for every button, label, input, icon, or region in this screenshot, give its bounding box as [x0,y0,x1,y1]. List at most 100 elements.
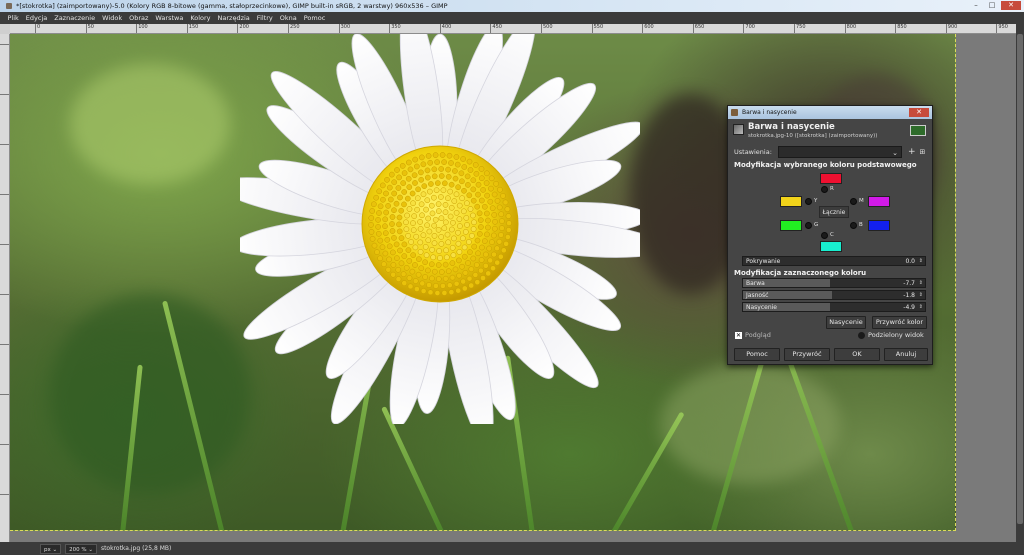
radio-yellow[interactable] [805,198,812,205]
master-button[interactable]: Łącznie [819,206,849,218]
daisy-floret [394,167,400,173]
daisy-floret [452,175,459,182]
menu-filters[interactable]: Filtry [253,12,276,24]
saturation-button[interactable]: Nasycenie [826,316,866,329]
menu-select[interactable]: Zaznaczenie [51,12,99,24]
daisy-floret [485,224,491,231]
horizontal-ruler[interactable]: 0 50 100 150 200 250 300 350 400 450 500 550 600 650 7… [10,24,1016,34]
daisy-floret [475,191,481,198]
close-button[interactable]: ✕ [1001,1,1021,10]
daisy-floret [447,188,454,195]
swatch-green[interactable] [780,220,802,231]
radio-red[interactable] [821,186,828,193]
daisy-floret [448,204,455,211]
daisy-floret [403,264,410,271]
label-magenta: M [859,198,864,204]
daisy-floret [384,236,391,243]
daisy-floret [492,218,498,225]
minimize-button[interactable]: – [969,1,983,10]
daisy-floret [470,255,477,262]
menu-layer[interactable]: Warstwa [152,12,187,24]
daisy-floret [418,176,425,183]
ruler-corner[interactable] [0,24,10,34]
radio-green[interactable] [805,222,812,229]
hue-slider[interactable]: Barwa -7.7 ⇕ [742,278,926,288]
ruler-tick [0,444,9,445]
maximize-button[interactable]: □ [985,1,999,10]
split-view-toggle[interactable] [858,332,865,339]
menu-edit[interactable]: Edycja [22,12,50,24]
daisy-floret [455,240,462,247]
daisy-floret [422,259,428,266]
dialog-titlebar[interactable]: Barwa i nasycenie ✕ [728,106,932,119]
settings-combo[interactable]: ⌄ [778,146,902,158]
menu-windows[interactable]: Okna [276,12,300,24]
daisy-floret [414,206,420,213]
daisy-floret [441,180,448,187]
daisy-floret [460,235,466,242]
spin-arrows-icon[interactable]: ⇕ [919,291,923,300]
menu-file[interactable]: Plik [4,12,22,24]
daisy-floret [395,266,402,273]
menu-colors[interactable]: Kolory [187,12,214,24]
swatch-cyan[interactable] [820,241,842,252]
vertical-ruler[interactable] [0,34,10,542]
radio-cyan[interactable] [821,232,828,239]
lightness-label: Jasność [746,292,769,299]
add-preset-icon[interactable]: + [908,146,916,158]
unit-select[interactable]: px ⌄ [40,543,62,554]
cancel-button[interactable]: Anuluj [884,348,928,361]
swatch-blue[interactable] [868,220,890,231]
zoom-select[interactable]: 200 % ⌄ [65,543,97,554]
daisy-floret [473,170,480,177]
hue-value: -7.7 [903,280,915,287]
reset-button[interactable]: Przywróć [784,348,830,361]
dialog-close-button[interactable]: ✕ [909,108,929,117]
window-controls: – □ ✕ [969,1,1021,10]
menu-view[interactable]: Widok [99,12,126,24]
daisy-floret [396,174,402,181]
daisy-floret [478,267,484,274]
daisy-floret [475,250,481,257]
daisy-floret [475,181,482,188]
spin-arrows-icon[interactable]: ⇕ [919,279,923,288]
swatch-magenta[interactable] [868,196,890,207]
daisy-floret [389,228,396,234]
daisy-floret [467,206,474,212]
daisy-floret [395,185,402,191]
saturation-slider[interactable]: Nasycenie -4.9 ⇕ [742,302,926,312]
overlap-slider[interactable]: Pokrywanie 0.0 ⇕ [742,256,926,266]
swatch-red[interactable] [820,173,842,184]
spin-arrows-icon[interactable]: ⇕ [919,303,923,312]
vertical-scrollbar[interactable] [1016,24,1024,542]
radio-magenta[interactable] [850,198,857,205]
lightness-slider[interactable]: Jasność -1.8 ⇕ [742,290,926,300]
daisy-floret [390,249,396,256]
daisy-floret [391,235,397,241]
spin-arrows-icon[interactable]: ⇕ [919,257,923,266]
menu-tools[interactable]: Narzędzia [214,12,253,24]
scrollbar-thumb[interactable] [1017,34,1023,524]
reset-color-button[interactable]: Przywróć kolor [872,316,927,329]
settings-label: Ustawienia: [734,148,772,156]
daisy-floret [410,252,417,258]
help-button[interactable]: Pomoc [734,348,780,361]
daisy-floret [496,238,503,245]
preset-menu-icon[interactable]: ⊞ [920,146,926,158]
daisy-floret [431,222,438,229]
radio-blue[interactable] [850,222,857,229]
daisy-floret [452,168,458,174]
daisy-floret [483,210,490,217]
menu-help[interactable]: Pomoc [300,12,329,24]
menu-image[interactable]: Obraz [126,12,152,24]
daisy-floret [470,197,477,204]
daisy-floret [398,260,405,267]
daisy-floret [503,240,509,247]
daisy-floret [484,231,490,238]
ok-button[interactable]: OK [834,348,880,361]
daisy-floret [459,178,465,185]
daisy-floret [438,194,444,200]
swatch-yellow[interactable] [780,196,802,207]
daisy-floret [409,190,416,197]
preview-checkbox[interactable]: ✕ [735,332,742,339]
